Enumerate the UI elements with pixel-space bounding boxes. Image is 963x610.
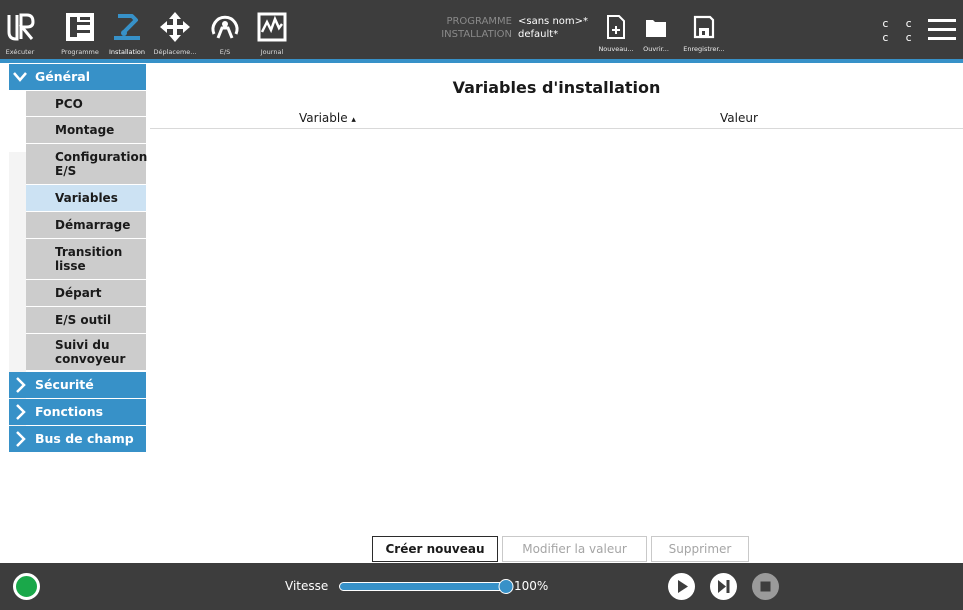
sidebar-item-tcp[interactable]: PCO xyxy=(26,91,146,117)
program-name: <sans nom>* xyxy=(518,16,589,27)
nav-installation-button[interactable]: Installation xyxy=(105,0,149,59)
sidebar-section-safety[interactable]: Sécurité xyxy=(9,372,146,398)
nav-io-label: E/S xyxy=(219,48,231,56)
sidebar-item-io-setup[interactable]: Configuration E/S xyxy=(26,144,148,185)
chevron-right-icon xyxy=(16,377,26,393)
hamburger-menu-icon[interactable] xyxy=(928,19,956,41)
save-file-label: Enregistrer... xyxy=(683,45,725,53)
nav-move-button[interactable]: Déplaceme... xyxy=(150,0,200,59)
sidebar-section-general[interactable]: Général xyxy=(9,64,146,90)
ur-logo-icon xyxy=(7,13,35,41)
sidebar-item-label: Configuration E/S xyxy=(55,150,148,178)
sidebar-item-conveyor-tracking[interactable]: Suivi du convoyeur xyxy=(26,334,146,371)
open-file-label: Ouvrir... xyxy=(643,45,669,53)
program-key: PROGRAMME xyxy=(446,16,512,27)
play-button[interactable] xyxy=(668,573,695,600)
sidebar-section-label: Bus de champ xyxy=(35,431,134,446)
program-tree-icon xyxy=(66,13,94,41)
stop-button[interactable] xyxy=(752,573,779,600)
sidebar-item-label: Variables xyxy=(55,191,118,205)
sidebar-item-mounting[interactable]: Montage xyxy=(26,117,146,144)
installation-robot-icon xyxy=(114,14,140,40)
sidebar-item-label: Transition lisse xyxy=(55,245,123,273)
sidebar-item-label: Suivi du convoyeur xyxy=(55,338,126,366)
play-icon xyxy=(678,580,688,593)
nav-move-label: Déplaceme... xyxy=(153,48,197,56)
delete-button[interactable]: Supprimer xyxy=(651,536,749,562)
power-status-icon[interactable] xyxy=(13,573,40,600)
nav-run-button[interactable]: Exécuter xyxy=(0,0,40,59)
new-file-icon xyxy=(607,15,625,39)
sidebar-section-fieldbus[interactable]: Bus de champ xyxy=(9,426,146,452)
installation-name: default* xyxy=(518,29,559,40)
sidebar-item-tool-io[interactable]: E/S outil xyxy=(26,307,146,334)
sidebar-item-home[interactable]: Départ xyxy=(26,280,146,307)
column-header-value[interactable]: Valeur xyxy=(720,111,758,125)
speed-label: Vitesse xyxy=(285,579,329,593)
log-chart-icon xyxy=(257,12,287,42)
speed-slider-handle[interactable] xyxy=(498,579,514,594)
top-toolbar: Exécuter Programme Installation Déplacem… xyxy=(0,0,963,59)
sidebar-section-features[interactable]: Fonctions xyxy=(9,399,146,425)
folder-icon xyxy=(646,20,666,37)
move-arrows-icon xyxy=(160,12,190,42)
sidebar-item-variables[interactable]: Variables xyxy=(26,185,146,212)
column-header-variable-label: Variable xyxy=(299,111,348,125)
sidebar-item-label: E/S outil xyxy=(55,313,112,327)
column-header-value-label: Valeur xyxy=(720,111,758,125)
chevron-right-icon xyxy=(16,404,26,420)
nav-run-label: Exécuter xyxy=(5,48,35,56)
nav-program-button[interactable]: Programme xyxy=(55,0,105,59)
page-title: Variables d'installation xyxy=(452,78,661,97)
nav-log-button[interactable]: Journal xyxy=(250,0,294,59)
create-new-button[interactable]: Créer nouveau xyxy=(372,536,498,562)
bottom-bar: Vitesse 100% xyxy=(0,563,963,610)
control-indicator: c c c c xyxy=(882,17,917,45)
sidebar-item-label: Démarrage xyxy=(55,218,131,232)
sidebar-section-label: Fonctions xyxy=(35,404,104,419)
new-file-button[interactable]: Nouveau... xyxy=(596,0,636,59)
control-indicator-line-2: c c xyxy=(882,31,917,44)
nav-io-button[interactable]: E/S xyxy=(205,0,245,59)
program-info: PROGRAMME <sans nom>* INSTALLATION default… xyxy=(432,15,588,41)
open-file-button[interactable]: Ouvrir... xyxy=(636,0,676,59)
main-panel: Variables d'installation Variable ▴ Vale… xyxy=(150,63,963,563)
sidebar-item-smooth-transition[interactable]: Transition lisse xyxy=(26,239,146,280)
step-forward-icon xyxy=(718,580,730,593)
sidebar-item-label: PCO xyxy=(55,96,83,111)
step-button[interactable] xyxy=(710,573,737,600)
sidebar: Général PCO Montage Configuration E/S Va… xyxy=(0,63,150,563)
speed-value: 100% xyxy=(514,579,549,593)
installation-key: INSTALLATION xyxy=(441,29,512,40)
variables-table-header: Variable ▴ Valeur xyxy=(150,109,963,129)
nav-program-label: Programme xyxy=(61,48,99,56)
sidebar-item-label: Montage xyxy=(55,123,115,137)
modify-value-button[interactable]: Modifier la valeur xyxy=(502,536,647,562)
variables-table-body xyxy=(150,130,963,530)
nav-installation-label: Installation xyxy=(108,48,145,56)
sort-ascending-icon: ▴ xyxy=(351,115,356,125)
speed-slider-fill xyxy=(340,583,508,590)
sidebar-item-label: Départ xyxy=(55,286,102,300)
nav-log-label: Journal xyxy=(260,48,284,56)
chevron-right-icon xyxy=(16,431,26,447)
chevron-down-icon xyxy=(13,72,27,82)
speed-slider[interactable] xyxy=(339,579,514,594)
stop-icon xyxy=(760,581,771,592)
io-icon xyxy=(211,15,239,39)
new-file-label: Nouveau... xyxy=(598,45,634,53)
control-indicator-line-1: c c xyxy=(882,17,917,30)
save-file-button[interactable]: Enregistrer... xyxy=(678,0,730,59)
sidebar-section-label: Sécurité xyxy=(35,377,94,392)
save-icon xyxy=(693,15,715,39)
column-header-variable[interactable]: Variable ▴ xyxy=(299,111,356,125)
sidebar-section-label: Général xyxy=(35,69,90,84)
sidebar-item-startup[interactable]: Démarrage xyxy=(26,212,146,239)
